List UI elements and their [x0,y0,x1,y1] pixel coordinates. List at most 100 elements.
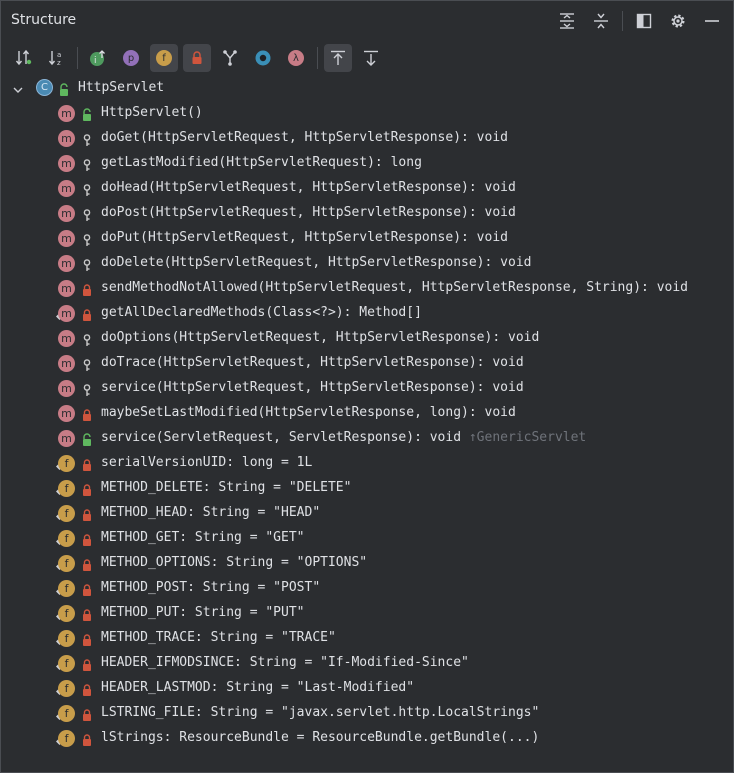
toolbar-separator [77,47,78,69]
method-icon: m [58,105,75,122]
show-inherited-icon[interactable]: i [84,44,112,72]
private-visibility-icon [81,307,93,321]
public-visibility-icon [81,432,93,446]
tree-item-method[interactable]: m service(HttpServletRequest, HttpServlet… [1,376,733,401]
protected-visibility-icon [81,382,93,396]
class-icon: C [36,79,53,96]
field-icon: f [58,680,75,697]
private-visibility-icon [81,582,93,596]
tree-item-field[interactable]: f METHOD_OPTIONS: String = "OPTIONS" [1,551,733,576]
private-visibility-icon [81,532,93,546]
tree-item-method[interactable]: m getLastModified(HttpServletRequest): lo… [1,151,733,176]
autoscroll-to-source-icon[interactable] [324,44,352,72]
tree-item-field[interactable]: f METHOD_DELETE: String = "DELETE" [1,476,733,501]
item-label: maybeSetLastModified(HttpServletResponse… [101,405,516,420]
tree-item-method[interactable]: m doPut(HttpServletRequest, HttpServletRe… [1,226,733,251]
tree-item-method[interactable]: m doTrace(HttpServletRequest, HttpServlet… [1,351,733,376]
show-fields-icon[interactable]: f [150,44,178,72]
private-visibility-icon [81,482,93,496]
method-icon: m [58,155,75,172]
tree-item-method[interactable]: m doOptions(HttpServletRequest, HttpServl… [1,326,733,351]
item-label: service(HttpServletRequest, HttpServletR… [101,380,524,395]
tree-item-field[interactable]: f HEADER_IFMODSINCE: String = "If-Modifie… [1,651,733,676]
field-icon: f [58,530,75,547]
tree-item-field[interactable]: f METHOD_GET: String = "GET" [1,526,733,551]
private-visibility-icon [81,607,93,621]
tree-item-field[interactable]: f HEADER_LASTMOD: String = "Last-Modified… [1,676,733,701]
dock-icon[interactable] [631,9,657,33]
private-visibility-icon [81,507,93,521]
protected-visibility-icon [81,207,93,221]
tree-item-field[interactable]: f METHOD_PUT: String = "PUT" [1,601,733,626]
sort-by-visibility-icon[interactable] [9,44,37,72]
protected-visibility-icon [81,132,93,146]
collapse-all-icon[interactable] [588,9,614,33]
field-badge-icon: f [156,50,172,66]
lambda-icon[interactable]: λ [282,44,310,72]
tree-item-method[interactable]: m getAllDeclaredMethods(Class<?>): Method… [1,301,733,326]
item-label: doOptions(HttpServletRequest, HttpServle… [101,330,540,345]
chevron-down-icon[interactable] [12,81,24,100]
toolbar-separator-2 [317,47,318,69]
tree-item-field[interactable]: f LSTRING_FILE: String = "javax.servlet.h… [1,701,733,726]
title-actions [546,9,725,33]
tree-item-method[interactable]: m doDelete(HttpServletRequest, HttpServle… [1,251,733,276]
tree-item-method[interactable]: m doHead(HttpServletRequest, HttpServletR… [1,176,733,201]
item-label: doTrace(HttpServletRequest, HttpServletR… [101,355,524,370]
tree-item-field[interactable]: f METHOD_TRACE: String = "TRACE" [1,626,733,651]
property-badge-icon: p [123,50,139,66]
method-icon: m [58,405,75,422]
tree-item-method[interactable]: m HttpServlet() [1,101,733,126]
tree-item-field[interactable]: f serialVersionUID: long = 1L [1,451,733,476]
method-icon: m [58,355,75,372]
minimize-icon[interactable] [699,9,725,33]
item-label: METHOD_HEAD: String = "HEAD" [101,505,321,520]
tree-item-field[interactable]: f METHOD_POST: String = "POST" [1,576,733,601]
tree-item-method[interactable]: m doPost(HttpServletRequest, HttpServletR… [1,201,733,226]
show-lambdas-icon[interactable] [249,44,277,72]
item-label: service(ServletRequest, ServletResponse)… [101,430,587,445]
private-visibility-icon [81,557,93,571]
title-separator [622,11,623,31]
method-icon: m [58,205,75,222]
tree-item-method[interactable]: m maybeSetLastModified(HttpServletRespons… [1,401,733,426]
protected-visibility-icon [81,232,93,246]
private-visibility-icon [81,457,93,471]
tree-item-method[interactable]: m service(ServletRequest, ServletResponse… [1,426,733,451]
show-properties-icon[interactable]: p [117,44,145,72]
method-icon: m [58,130,75,147]
field-icon: f [58,580,75,597]
method-icon: m [58,280,75,297]
item-label: HEADER_LASTMOD: String = "Last-Modified" [101,680,415,695]
autoscroll-from-source-icon[interactable] [357,44,385,72]
tree-item-method[interactable]: m sendMethodNotAllowed(HttpServletRequest… [1,276,733,301]
anonymous-classes-icon[interactable] [216,44,244,72]
item-label: getAllDeclaredMethods(Class<?>): Method[… [101,305,422,320]
item-label: METHOD_POST: String = "POST" [101,580,321,595]
private-visibility-icon [81,657,93,671]
item-label: doHead(HttpServletRequest, HttpServletRe… [101,180,516,195]
item-label: HEADER_IFMODSINCE: String = "If-Modified… [101,655,469,670]
protected-visibility-icon [81,357,93,371]
private-visibility-icon [81,282,93,296]
tree-root-httpservlet[interactable]: C HttpServlet [1,76,733,101]
gear-icon[interactable] [665,9,691,33]
field-icon: f [58,630,75,647]
private-visibility-icon [81,632,93,646]
tree-item-method[interactable]: m doGet(HttpServletRequest, HttpServletRe… [1,126,733,151]
show-non-public-icon[interactable] [183,44,211,72]
item-label: lStrings: ResourceBundle = ResourceBundl… [101,730,540,745]
field-icon: f [58,480,75,497]
inherited-from-label: ↑GenericServlet [461,430,587,445]
method-icon: m [58,230,75,247]
method-icon: m [58,180,75,197]
sort-alphabetically-icon[interactable]: az [42,44,70,72]
tree-item-field[interactable]: f METHOD_HEAD: String = "HEAD" [1,501,733,526]
expand-all-icon[interactable] [554,9,580,33]
field-icon: f [58,455,75,472]
public-visibility-icon [81,107,93,121]
svg-text:z: z [57,59,61,67]
field-icon: f [58,555,75,572]
tree-item-field[interactable]: f lStrings: ResourceBundle = ResourceBund… [1,726,733,751]
protected-visibility-icon [81,182,93,196]
